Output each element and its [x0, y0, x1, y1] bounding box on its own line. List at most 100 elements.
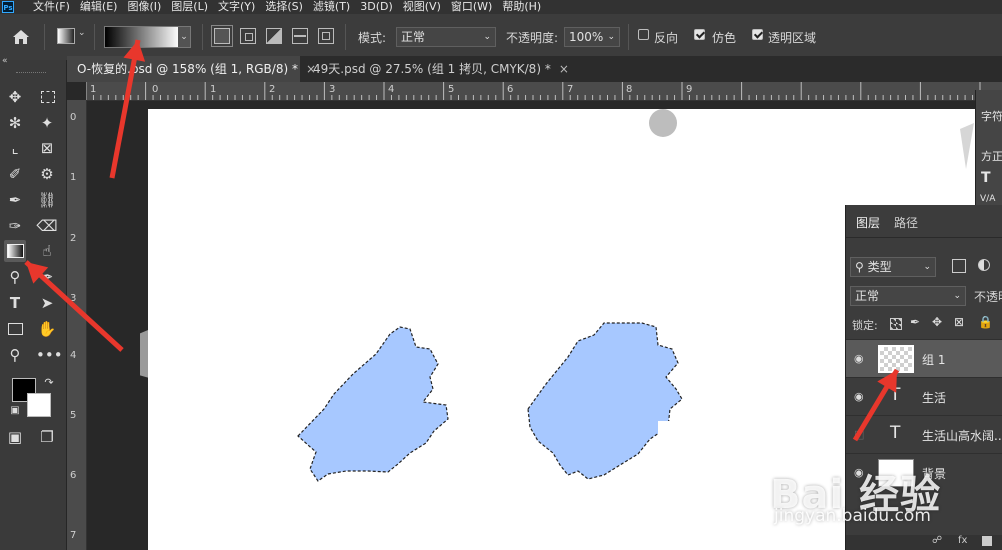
opacity-label: 不透明度:: [506, 31, 559, 45]
ruler-number: 2: [269, 84, 276, 95]
chevron-down-icon[interactable]: ⌄: [78, 28, 86, 38]
tab-layers[interactable]: 图层: [856, 213, 880, 233]
eye-icon[interactable]: ◉: [854, 353, 866, 365]
menu-3d[interactable]: 3D(D): [355, 0, 398, 14]
hand-tool-icon[interactable]: ✋: [36, 318, 58, 340]
eyedropper-icon[interactable]: ✐: [4, 163, 26, 185]
dither-checkbox[interactable]: [694, 29, 705, 40]
tab-paths[interactable]: 路径: [894, 213, 918, 233]
menu-help[interactable]: 帮助(H): [497, 0, 546, 14]
swap-colors-icon[interactable]: ↷: [38, 372, 60, 394]
menu-items: 文件(F) 编辑(E) 图像(I) 图层(L) 文字(Y) 选择(S) 滤镜(T…: [28, 0, 546, 14]
horizontal-ruler[interactable]: 1 0 1 2 3 4 5 6 7 8 9: [86, 82, 1002, 101]
adjustment-filter-icon[interactable]: [978, 259, 990, 271]
eye-icon[interactable]: ◉: [854, 391, 866, 403]
move-tool-icon[interactable]: ✥: [4, 86, 26, 108]
collapse-icon[interactable]: «: [2, 56, 8, 66]
radial-gradient-icon[interactable]: [240, 28, 256, 44]
mode-dropdown[interactable]: 正常 ⌄: [396, 27, 496, 47]
default-colors-icon[interactable]: ▣: [4, 400, 26, 422]
close-icon[interactable]: ×: [559, 62, 569, 76]
ruler-number: 9: [686, 84, 693, 95]
reflected-gradient-icon[interactable]: [292, 28, 308, 44]
home-icon[interactable]: [12, 29, 30, 45]
menu-type[interactable]: 文字(Y): [213, 0, 260, 14]
transparency-checkbox[interactable]: [752, 29, 763, 40]
ruler-number: 6: [507, 84, 514, 95]
menu-view[interactable]: 视图(V): [398, 0, 446, 14]
zoom-tool-icon[interactable]: ⚲: [4, 344, 26, 366]
patch-tool-icon[interactable]: ⚙: [36, 163, 58, 185]
eraser-tool-icon[interactable]: ⌫: [36, 215, 58, 237]
lasso-tool-icon[interactable]: ✻: [4, 112, 26, 134]
path-select-icon[interactable]: ➤: [36, 292, 58, 314]
screen-mode-icon[interactable]: ❐: [36, 426, 58, 448]
lock-position-icon[interactable]: ✥: [932, 315, 942, 329]
blend-mode-dropdown[interactable]: 正常 ⌄: [850, 286, 966, 306]
lock-transparency-icon[interactable]: [890, 318, 902, 330]
menu-layer[interactable]: 图层(L): [166, 0, 213, 14]
divider: [345, 24, 346, 50]
layer-name: 生活山高水阔...: [922, 429, 1002, 443]
brush-tool-icon[interactable]: ✒: [4, 189, 26, 211]
more-tools-icon[interactable]: •••: [36, 344, 63, 366]
linear-gradient-icon[interactable]: [211, 25, 233, 47]
layer-row-text1[interactable]: ◉ T 生活: [846, 377, 1002, 415]
layer-filter-dropdown[interactable]: ⚲ 类型 ⌄: [850, 257, 936, 277]
background-color-swatch[interactable]: [27, 393, 51, 417]
gradient-tool-icon[interactable]: [4, 240, 26, 262]
options-bar: ⌄ ⌄ 模式: 正常 ⌄ 不透明度: 100% ⌄ 反向 仿色 透明区域: [0, 14, 1002, 61]
tab-document-1[interactable]: O-恢复的.psd @ 158% (组 1, RGB/8) * ×: [67, 56, 316, 82]
menu-edit[interactable]: 编辑(E): [75, 0, 123, 14]
quick-mask-icon[interactable]: ▣: [4, 426, 26, 448]
watermark-url: jingyan.baidu.com: [774, 506, 931, 526]
eye-icon[interactable]: □: [854, 429, 866, 441]
angle-gradient-icon[interactable]: [266, 28, 282, 44]
gradient-preview[interactable]: [104, 26, 180, 48]
crop-tool-icon[interactable]: ⌞: [4, 137, 26, 159]
vertical-ruler[interactable]: 0 1 2 3 4 5 6 7: [67, 100, 87, 550]
font-size-icon: T: [981, 170, 991, 186]
lock-pixels-icon[interactable]: ✒: [910, 315, 920, 329]
ruler-number: 5: [70, 410, 77, 421]
pen-tool-icon[interactable]: ✒: [36, 266, 58, 288]
layer-name: 生活: [922, 391, 947, 405]
type-tool-icon[interactable]: T: [4, 292, 26, 314]
history-brush-icon[interactable]: ✑: [4, 215, 26, 237]
layer-row-text2[interactable]: □ T 生活山高水阔...: [846, 415, 1002, 453]
menu-bar: Ps 文件(F) 编辑(E) 图像(I) 图层(L) 文字(Y) 选择(S) 滤…: [0, 0, 1002, 14]
image-filter-icon[interactable]: [952, 259, 966, 273]
menu-file[interactable]: 文件(F): [28, 0, 75, 14]
opacity-field[interactable]: 100% ⌄: [564, 27, 620, 47]
lock-label: 锁定:: [852, 319, 878, 332]
mode-value: 正常: [401, 30, 426, 44]
decorative-shape: [658, 421, 682, 445]
marquee-tool-icon[interactable]: [36, 86, 58, 108]
ruler-number: 8: [626, 84, 633, 95]
lock-all-icon[interactable]: 🔒: [978, 315, 993, 329]
tab-character[interactable]: 字符: [981, 108, 1002, 124]
menu-image[interactable]: 图像(I): [122, 0, 166, 14]
dodge-tool-icon[interactable]: ⚲: [4, 266, 26, 288]
tool-preset-icon[interactable]: [57, 28, 75, 44]
tab-document-2[interactable]: 49天.psd @ 27.5% (组 1 拷贝, CMYK/8) * ×: [303, 56, 569, 82]
chevron-down-icon: ⌄: [923, 262, 931, 272]
font-family-field[interactable]: 方正: [981, 148, 1002, 164]
gradient-dropdown-icon[interactable]: ⌄: [178, 26, 191, 48]
stamp-tool-icon[interactable]: ⛓: [36, 189, 58, 211]
frame-tool-icon[interactable]: ⊠: [36, 137, 58, 159]
layer-row-group1[interactable]: ◉ 组 1: [846, 339, 1002, 377]
tab-label: O-恢复的.psd @ 158% (组 1, RGB/8) *: [77, 62, 298, 76]
magic-wand-icon[interactable]: ✦: [36, 112, 58, 134]
menu-window[interactable]: 窗口(W): [446, 0, 497, 14]
reverse-checkbox[interactable]: [638, 29, 649, 40]
diamond-gradient-icon[interactable]: [318, 28, 334, 44]
rectangle-tool-icon[interactable]: [4, 318, 26, 340]
smudge-tool-icon[interactable]: ☝: [36, 240, 58, 262]
divider: [628, 24, 629, 50]
lock-artboard-icon[interactable]: ⊠: [954, 315, 964, 329]
panel-grip[interactable]: [16, 72, 46, 75]
menu-filter[interactable]: 滤镜(T): [308, 0, 355, 14]
menu-select[interactable]: 选择(S): [260, 0, 308, 14]
text-layer-icon: T: [890, 385, 901, 405]
